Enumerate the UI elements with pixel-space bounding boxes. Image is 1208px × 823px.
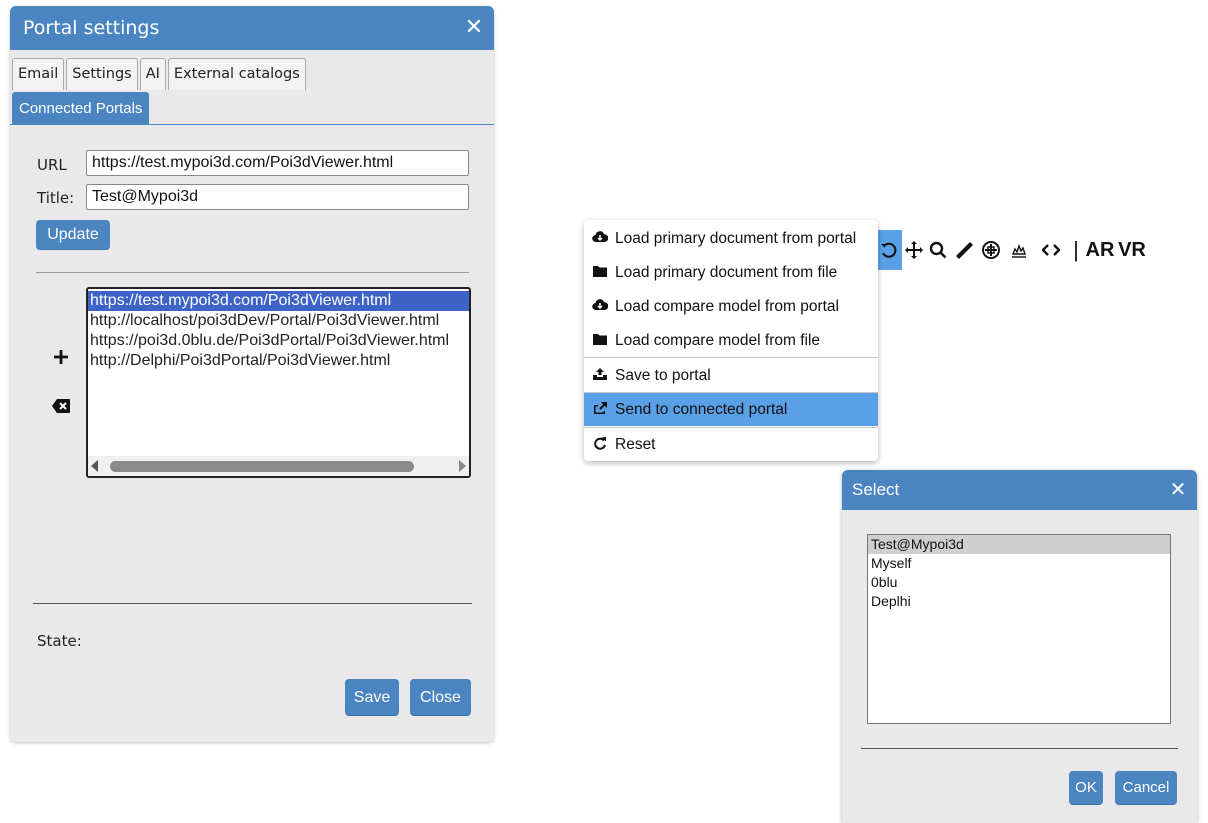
explode-icon[interactable]: [979, 230, 1003, 270]
dialog-title: Portal settings: [23, 17, 160, 39]
select-list-item[interactable]: 0blu: [868, 573, 1170, 592]
fire-icon[interactable]: [1007, 230, 1031, 270]
menu-item-label: Load primary document from file: [615, 264, 838, 281]
select-dialog-titlebar: Select ✕: [842, 470, 1197, 510]
cancel-button[interactable]: Cancel: [1115, 771, 1177, 805]
tab-underline: [10, 124, 494, 125]
select-dialog-title: Select: [852, 480, 900, 499]
menu-item-label: Load compare model from portal: [615, 298, 840, 315]
menu-item-load-primary-portal[interactable]: Load primary document from portal: [584, 222, 878, 255]
close-button[interactable]: Close: [410, 679, 471, 716]
menu-item-load-compare-portal[interactable]: Load compare model from portal: [584, 290, 878, 323]
reset-icon: [594, 436, 606, 450]
tab-ai[interactable]: AI: [139, 58, 166, 90]
select-dialog: Select ✕ Test@Mypoi3d Myself 0blu Deplhi…: [842, 470, 1197, 823]
menu-item-reset[interactable]: Reset: [584, 428, 878, 461]
tab-email[interactable]: Email: [12, 58, 65, 90]
vr-button[interactable]: VR: [1117, 230, 1147, 270]
portal-list-item[interactable]: https://test.mypoi3d.com/Poi3dViewer.htm…: [88, 291, 469, 311]
menu-separator: [584, 357, 878, 358]
menu-item-load-compare-file[interactable]: Load compare model from file: [584, 324, 878, 357]
portal-list-items: https://test.mypoi3d.com/Poi3dViewer.htm…: [88, 289, 469, 371]
code-icon[interactable]: [1039, 230, 1063, 270]
select-list-item[interactable]: Deplhi: [868, 592, 1170, 611]
portal-list-item[interactable]: http://Delphi/Poi3dPortal/Poi3dViewer.ht…: [88, 351, 469, 371]
url-label: URL: [37, 156, 67, 174]
folder-icon: [593, 333, 607, 345]
portal-list-item[interactable]: https://poi3d.0blu.de/Poi3dPortal/Poi3dV…: [88, 331, 469, 351]
portal-list[interactable]: https://test.mypoi3d.com/Poi3dViewer.htm…: [86, 287, 471, 478]
menu-item-send-to-connected-portal[interactable]: Send to connected portal: [584, 393, 878, 426]
close-icon[interactable]: ✕: [1165, 470, 1191, 510]
portal-settings-dialog: Portal settings ✕ Email Settings AI Exte…: [10, 6, 494, 742]
state-label: State:: [37, 632, 82, 650]
tab-row: Email Settings AI External catalogs: [12, 58, 308, 90]
horizontal-scrollbar[interactable]: [88, 456, 469, 476]
zoom-icon[interactable]: [927, 230, 949, 270]
plus-icon[interactable]: [49, 349, 73, 373]
menu-item-label: Send to connected portal: [615, 401, 788, 418]
tab-row-2: Connected Portals: [12, 92, 151, 124]
dialog-titlebar: Portal settings ✕: [10, 6, 494, 50]
backspace-icon[interactable]: [49, 399, 73, 423]
viewer-toolbar: | AR VR: [876, 230, 1208, 270]
divider: [861, 748, 1178, 749]
toolbar-separator: |: [1073, 237, 1079, 262]
file-context-menu: Load primary document from portal Load p…: [584, 220, 878, 461]
divider: [33, 603, 472, 604]
select-list-item[interactable]: Test@Mypoi3d: [868, 535, 1170, 554]
tab-settings[interactable]: Settings: [66, 58, 138, 90]
cloud-download-icon: [592, 299, 609, 310]
save-button[interactable]: Save: [345, 679, 399, 716]
close-icon[interactable]: ✕: [458, 6, 490, 50]
tab-external-catalogs[interactable]: External catalogs: [167, 58, 306, 90]
scroll-left-icon[interactable]: [91, 460, 98, 472]
title-label: Title:: [37, 189, 75, 207]
ar-button[interactable]: AR: [1085, 230, 1115, 270]
tab-connected-portals[interactable]: Connected Portals: [12, 92, 150, 124]
divider: [36, 272, 469, 273]
menu-item-save-to-portal[interactable]: Save to portal: [584, 359, 878, 392]
menu-item-label: Load compare model from file: [615, 332, 821, 349]
cloud-download-icon: [592, 231, 609, 242]
menu-item-label: Load primary document from portal: [615, 230, 857, 247]
select-list-item[interactable]: Myself: [868, 554, 1170, 573]
rotate-icon[interactable]: [876, 230, 902, 270]
scroll-right-icon[interactable]: [459, 460, 466, 472]
title-input[interactable]: [86, 184, 469, 210]
share-icon: [594, 401, 607, 414]
menu-item-label: Reset: [615, 436, 656, 453]
menu-item-load-primary-file[interactable]: Load primary document from file: [584, 256, 878, 289]
update-button[interactable]: Update: [36, 220, 110, 250]
folder-icon: [593, 265, 607, 277]
measure-icon[interactable]: [952, 230, 976, 270]
move-icon[interactable]: [903, 230, 925, 270]
upload-icon: [593, 367, 607, 380]
ok-button[interactable]: OK: [1069, 771, 1103, 805]
url-input[interactable]: [86, 150, 469, 176]
portal-select-list[interactable]: Test@Mypoi3d Myself 0blu Deplhi: [867, 534, 1171, 724]
scroll-thumb[interactable]: [110, 461, 414, 472]
menu-item-label: Save to portal: [615, 367, 711, 384]
portal-list-item[interactable]: http://localhost/poi3dDev/Portal/Poi3dVi…: [88, 311, 469, 331]
